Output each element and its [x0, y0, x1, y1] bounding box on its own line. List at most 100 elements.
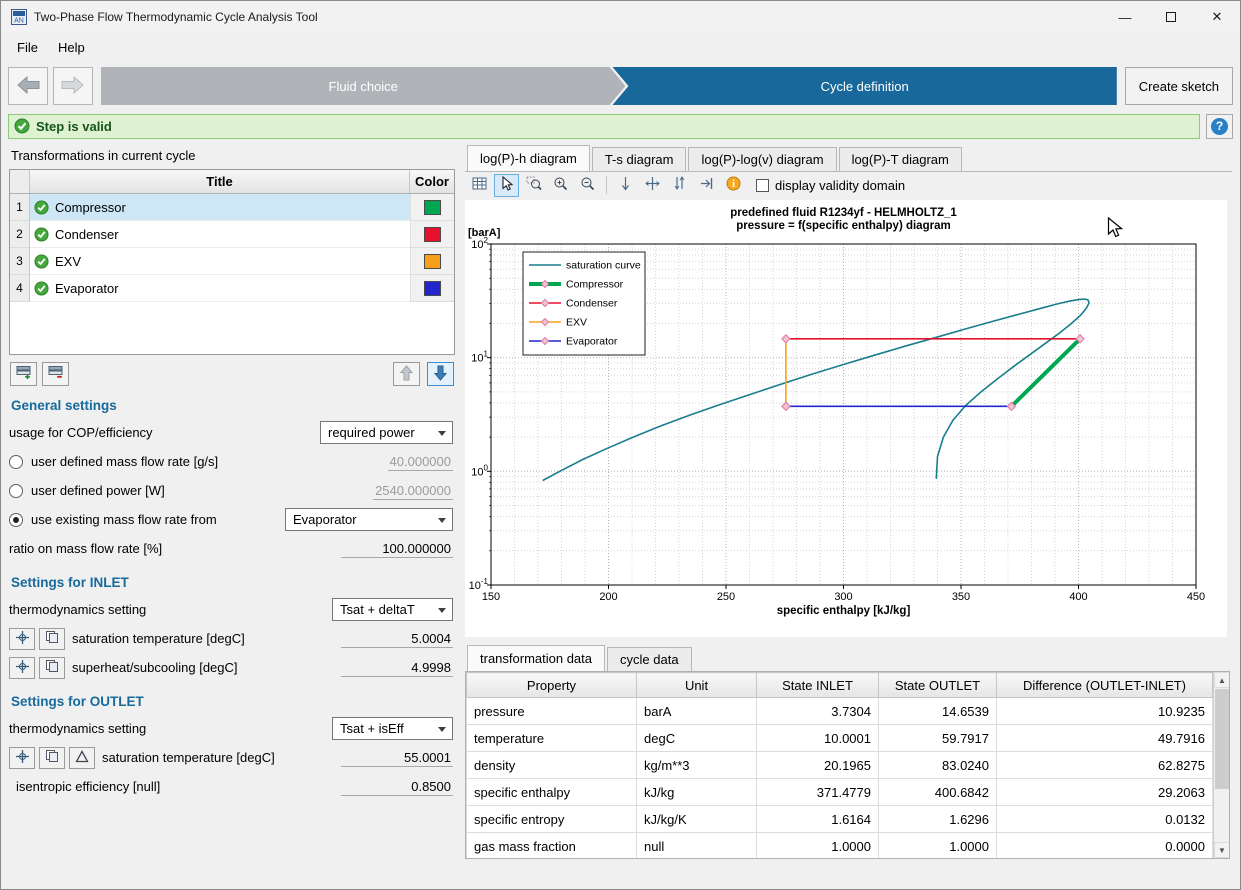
- scroll-up-icon[interactable]: ▲: [1214, 672, 1230, 688]
- validity-domain-checkbox[interactable]: [756, 179, 769, 192]
- zoom-region-tool-button[interactable]: [521, 174, 546, 197]
- svg-text:AN: AN: [14, 18, 24, 25]
- transformation-row-exv[interactable]: 3 EXV: [10, 248, 454, 275]
- data-row-pressure[interactable]: pressurebarA3.730414.653910.9235: [467, 698, 1213, 725]
- tab-transformation-data[interactable]: transformation data: [467, 645, 605, 671]
- table-scrollbar[interactable]: ▲ ▼: [1213, 672, 1230, 858]
- radio-button[interactable]: [9, 455, 23, 469]
- help-button[interactable]: ?: [1206, 114, 1233, 139]
- up-arrow-icon: [400, 365, 413, 384]
- maximize-button[interactable]: [1148, 1, 1194, 33]
- title-column-header[interactable]: Title: [30, 170, 410, 193]
- color-swatch-button[interactable]: [410, 275, 454, 302]
- option-value-field[interactable]: 2540.000000: [373, 481, 453, 500]
- inlet-saturation-temperature-degc-field[interactable]: 5.0004: [341, 629, 453, 648]
- copy-value-button[interactable]: [39, 628, 65, 650]
- copy-value-button[interactable]: [39, 657, 65, 679]
- inlet-thermo-select[interactable]: Tsat + deltaT: [332, 598, 453, 621]
- snap-marker-tool-button[interactable]: [694, 174, 719, 197]
- color-swatch-button[interactable]: [410, 248, 454, 275]
- setting-label: saturation temperature [degC]: [102, 750, 275, 765]
- add-transformation-button[interactable]: [10, 362, 37, 386]
- pick-from-diagram-button[interactable]: [9, 628, 35, 650]
- mass-flow-source-select[interactable]: Evaporator: [285, 508, 453, 531]
- zoom-in-tool-button[interactable]: [548, 174, 573, 197]
- column-header-state-outlet[interactable]: State OUTLET: [879, 673, 997, 698]
- crosshair-icon: [15, 630, 30, 648]
- usage-row: usage for COP/efficiency required power: [9, 418, 455, 447]
- remove-transformation-button[interactable]: [42, 362, 69, 386]
- transformation-data-panel: PropertyUnitState INLETState OUTLETDiffe…: [465, 671, 1230, 859]
- delta-mode-button[interactable]: [69, 747, 95, 769]
- copy-value-button[interactable]: [39, 747, 65, 769]
- row-number[interactable]: 2: [10, 221, 30, 248]
- pick-from-diagram-button[interactable]: [9, 747, 35, 769]
- radio-button[interactable]: [9, 513, 23, 527]
- scrollbar-thumb[interactable]: [1215, 689, 1229, 789]
- info-tool-button[interactable]: i: [721, 174, 746, 197]
- vertical-marker-tool-button[interactable]: [613, 174, 638, 197]
- crosshair-icon: [15, 749, 30, 767]
- svg-text:specific enthalpy [kJ/kg]: specific enthalpy [kJ/kg]: [777, 605, 911, 617]
- move-up-button[interactable]: [393, 362, 420, 386]
- ph-diagram-chart[interactable]: 15020025030035040045010210110010-1specif…: [465, 200, 1227, 637]
- tab-log-p-log-v-diagram[interactable]: log(P)-log(v) diagram: [688, 147, 836, 171]
- color-swatch: [424, 254, 441, 269]
- data-row-specific-entropy[interactable]: specific entropykJ/kg/K1.61641.62960.013…: [467, 806, 1213, 833]
- valid-check-icon: [14, 118, 30, 134]
- close-button[interactable]: ✕: [1194, 1, 1240, 33]
- left-panel: Transformations in current cycle Title C…: [1, 141, 463, 889]
- menu-help[interactable]: Help: [48, 36, 95, 59]
- usage-select[interactable]: required power: [320, 421, 453, 444]
- setting-row: superheat/subcooling [degC] 4.9998: [9, 653, 455, 682]
- back-button[interactable]: [8, 67, 48, 105]
- double-marker-tool-button[interactable]: [667, 174, 692, 197]
- tab-t-s-diagram[interactable]: T-s diagram: [592, 147, 687, 171]
- scroll-down-icon[interactable]: ▼: [1214, 842, 1230, 858]
- row-number[interactable]: 3: [10, 248, 30, 275]
- column-header-unit[interactable]: Unit: [637, 673, 757, 698]
- forward-button[interactable]: [53, 67, 93, 105]
- tab-log-p-t-diagram[interactable]: log(P)-T diagram: [839, 147, 962, 171]
- data-row-gas-mass-fraction[interactable]: gas mass fractionnull1.00001.00000.0000: [467, 833, 1213, 860]
- data-row-density[interactable]: densitykg/m**320.196583.024062.8275: [467, 752, 1213, 779]
- row-number[interactable]: 1: [10, 194, 30, 221]
- color-swatch-button[interactable]: [410, 194, 454, 221]
- cursor-tool-button[interactable]: [494, 174, 519, 197]
- option-value-field[interactable]: 40.000000: [388, 452, 453, 471]
- tab-cycle-data[interactable]: cycle data: [607, 647, 692, 671]
- data-grid-tool-button[interactable]: [467, 174, 492, 197]
- data-row-specific-enthalpy[interactable]: specific enthalpykJ/kg371.4779400.684229…: [467, 779, 1213, 806]
- create-sketch-button[interactable]: Create sketch: [1125, 67, 1233, 105]
- radio-button[interactable]: [9, 484, 23, 498]
- transformation-row-compressor[interactable]: 1 Compressor: [10, 194, 454, 221]
- move-down-button[interactable]: [427, 362, 454, 386]
- data-row-temperature[interactable]: temperaturedegC10.000159.791749.7916: [467, 725, 1213, 752]
- data-tabs: transformation datacycle data: [465, 645, 1232, 671]
- transformation-row-evaporator[interactable]: 4 Evaporator: [10, 275, 454, 302]
- inlet-superheat-subcooling-degc-field[interactable]: 4.9998: [341, 658, 453, 677]
- outlet-saturation-temperature-degc-field[interactable]: 55.0001: [341, 748, 453, 767]
- column-header-property[interactable]: Property: [467, 673, 637, 698]
- pick-from-diagram-button[interactable]: [9, 657, 35, 679]
- svg-text:predefined fluid R1234yf - HEL: predefined fluid R1234yf - HELMHOLTZ_1: [730, 207, 957, 219]
- column-header-state-inlet[interactable]: State INLET: [757, 673, 879, 698]
- ratio-field[interactable]: 100.000000: [341, 539, 453, 558]
- step-fluid-choice[interactable]: Fluid choice: [101, 67, 625, 105]
- column-header-difference-outlet-inlet[interactable]: Difference (OUTLET-INLET): [997, 673, 1213, 698]
- color-column-header[interactable]: Color: [410, 170, 454, 193]
- minimize-button[interactable]: —: [1102, 1, 1148, 33]
- cross-marker-tool-button[interactable]: [640, 174, 665, 197]
- svg-text:Evaporator: Evaporator: [566, 336, 618, 348]
- outlet-thermo-select[interactable]: Tsat + isEff: [332, 717, 453, 740]
- crosshair-icon: [15, 659, 30, 677]
- option-label: use existing mass flow rate from: [31, 512, 217, 527]
- row-number[interactable]: 4: [10, 275, 30, 302]
- transformation-row-condenser[interactable]: 2 Condenser: [10, 221, 454, 248]
- zoom-out-tool-button[interactable]: [575, 174, 600, 197]
- color-swatch-button[interactable]: [410, 221, 454, 248]
- outlet-isentropic-efficiency-null-field[interactable]: 0.8500: [341, 777, 453, 796]
- step-cycle-definition[interactable]: Cycle definition: [612, 67, 1116, 105]
- tab-log-p-h-diagram[interactable]: log(P)-h diagram: [467, 145, 590, 171]
- menu-file[interactable]: File: [7, 36, 48, 59]
